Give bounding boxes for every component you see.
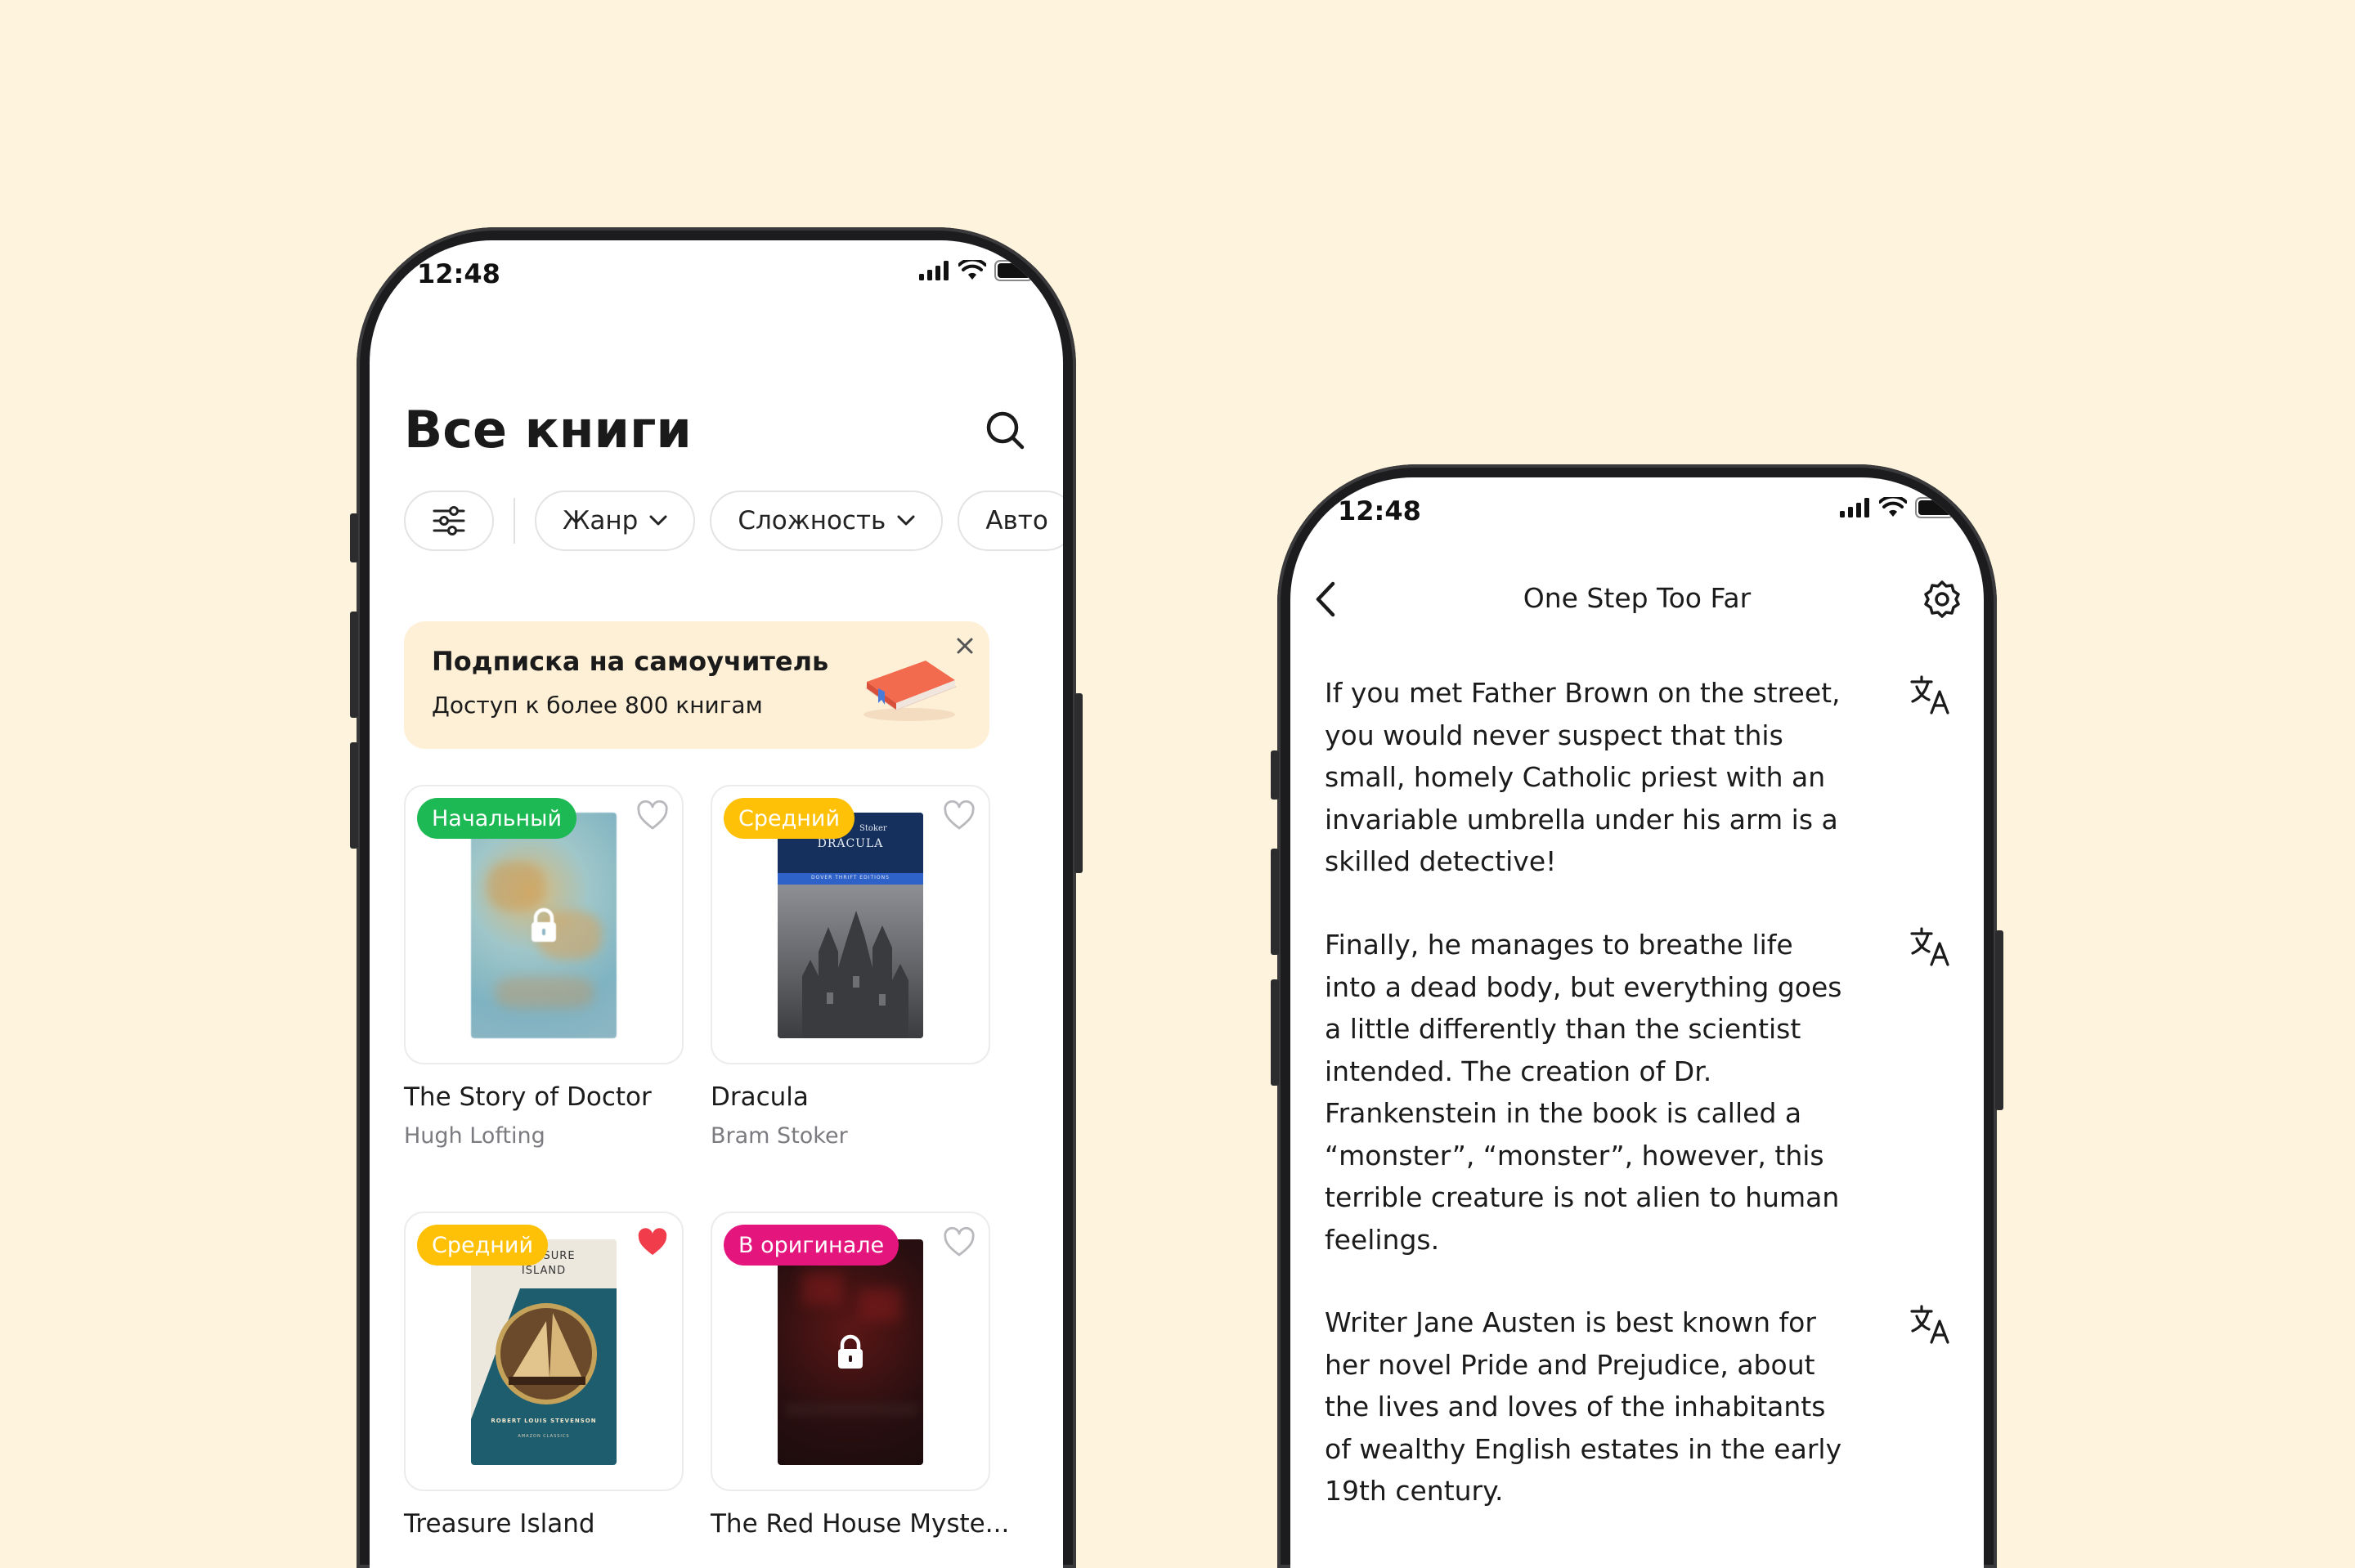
heart-outline-icon[interactable] — [636, 800, 669, 832]
paragraph-3: Writer Jane Austen is best known for her… — [1325, 1306, 1842, 1507]
filter-difficulty[interactable]: Сложность — [710, 491, 944, 551]
cover-author: Stoker — [859, 824, 887, 833]
subscription-banner[interactable]: Подписка на самоучитель Доступ к более 8… — [404, 621, 989, 749]
status-icons — [1840, 497, 1959, 518]
book-author: Bram Stoker — [711, 1123, 848, 1149]
search-icon — [986, 411, 1025, 450]
filter-author[interactable]: Авто — [958, 491, 1063, 551]
heart-filled-icon[interactable] — [636, 1226, 669, 1259]
gear-icon — [1924, 580, 1960, 618]
book-author: Hugh Lofting — [404, 1123, 545, 1149]
filter-divider — [514, 498, 515, 544]
translate-button-3[interactable] — [1910, 1305, 1951, 1344]
status-icons — [919, 260, 1038, 281]
status-bar: 12:48 — [1290, 477, 1984, 551]
filter-bar: Жанр Сложность Авто — [404, 491, 1063, 551]
translate-button-2[interactable] — [1910, 927, 1951, 966]
book-card-red-house[interactable]: В оригинале — [711, 1212, 990, 1491]
chevron-down-icon — [649, 515, 667, 526]
filter-difficulty-label: Сложность — [738, 506, 886, 535]
reader-title: One Step Too Far — [1523, 582, 1752, 614]
difficulty-badge: В оригинале — [724, 1225, 899, 1266]
wifi-icon — [1879, 497, 1907, 517]
book-card-dracula[interactable]: Stoker DRACULA DOVER THRIFT EDITIONS Сре… — [711, 785, 990, 1064]
volume-up-button — [1271, 849, 1279, 955]
reader-screen: 12:48 One Step Too Far If you met Father… — [1290, 477, 1984, 1568]
book-cover — [778, 1239, 923, 1465]
book-cover: Stoker DRACULA DOVER THRIFT EDITIONS — [778, 813, 923, 1038]
cover-series: DOVER THRIFT EDITIONS — [811, 875, 890, 880]
cellular-signal-icon — [919, 261, 949, 280]
volume-up-button — [350, 612, 358, 718]
settings-button[interactable] — [1922, 579, 1962, 620]
close-icon — [957, 638, 973, 654]
search-button[interactable] — [983, 408, 1029, 454]
book-title[interactable]: Treasure Island — [404, 1509, 595, 1539]
difficulty-badge: Средний — [417, 1225, 549, 1266]
sliders-icon — [433, 506, 465, 535]
book-icon — [864, 661, 958, 721]
difficulty-badge: Начальный — [417, 798, 577, 839]
book-cover — [471, 813, 617, 1038]
filter-author-label: Авто — [985, 506, 1048, 535]
translate-icon — [1910, 927, 1949, 966]
chevron-down-icon — [897, 515, 915, 526]
filter-genre[interactable]: Жанр — [535, 491, 696, 551]
castle-illustration — [802, 911, 908, 1038]
reader-header: One Step Too Far — [1290, 567, 1984, 633]
paragraph-1: If you met Father Brown on the street, y… — [1325, 677, 1841, 877]
cover-title: DRACULA — [817, 837, 884, 850]
difficulty-badge: Средний — [724, 798, 855, 839]
filter-settings-button[interactable] — [404, 491, 494, 551]
catalog-screen: 12:48 Все книги Жанр Сложность Авто Подп… — [370, 240, 1063, 1568]
power-button — [1995, 930, 2003, 1110]
reader-phone: 12:48 One Step Too Far If you met Father… — [1271, 464, 2003, 1568]
banner-title: Подписка на самоучитель — [432, 646, 829, 677]
volume-down-button — [1271, 979, 1279, 1086]
cover-title-line2: ISLAND — [521, 1265, 567, 1277]
book-title[interactable]: Dracula — [711, 1082, 809, 1112]
cover-publisher: AMAZON CLASSICS — [518, 1434, 570, 1439]
wifi-icon — [958, 260, 986, 280]
status-bar: 12:48 — [370, 240, 1063, 314]
book-cover: TREASURE ISLAND ROBERT LOUIS STEVENSON A… — [471, 1239, 617, 1465]
book-card-treasure-island[interactable]: TREASURE ISLAND ROBERT LOUIS STEVENSON A… — [404, 1212, 684, 1491]
heart-outline-icon[interactable] — [943, 800, 976, 832]
lock-icon — [532, 907, 556, 942]
book-title[interactable]: The Story of Doctor — [404, 1082, 652, 1112]
cellular-signal-icon — [1840, 498, 1869, 517]
cover-author: ROBERT LOUIS STEVENSON — [491, 1418, 597, 1424]
banner-close-button[interactable] — [952, 633, 978, 659]
mute-switch — [350, 513, 358, 562]
page-title: Все книги — [404, 400, 692, 459]
mute-switch — [1271, 750, 1279, 800]
paragraph-2: Finally, he manages to breathe life into… — [1325, 929, 1842, 1256]
volume-down-button — [350, 742, 358, 849]
battery-icon — [994, 260, 1038, 281]
banner-subtitle: Доступ к более 800 книгам — [432, 692, 763, 719]
battery-icon — [1915, 497, 1958, 518]
translate-icon — [1910, 1305, 1949, 1344]
catalog-phone: 12:48 Все книги Жанр Сложность Авто Подп… — [350, 227, 1083, 1568]
lock-icon — [838, 1334, 863, 1369]
heart-outline-icon[interactable] — [943, 1226, 976, 1259]
translate-button-1[interactable] — [1910, 675, 1951, 715]
filter-genre-label: Жанр — [563, 506, 639, 535]
book-title[interactable]: The Red House Myste... — [711, 1509, 1009, 1539]
translate-icon — [1910, 675, 1949, 715]
book-card-doctor[interactable]: Начальный — [404, 785, 684, 1064]
status-time: 12:48 — [417, 258, 500, 289]
status-time: 12:48 — [1338, 495, 1421, 526]
power-button — [1074, 693, 1083, 873]
